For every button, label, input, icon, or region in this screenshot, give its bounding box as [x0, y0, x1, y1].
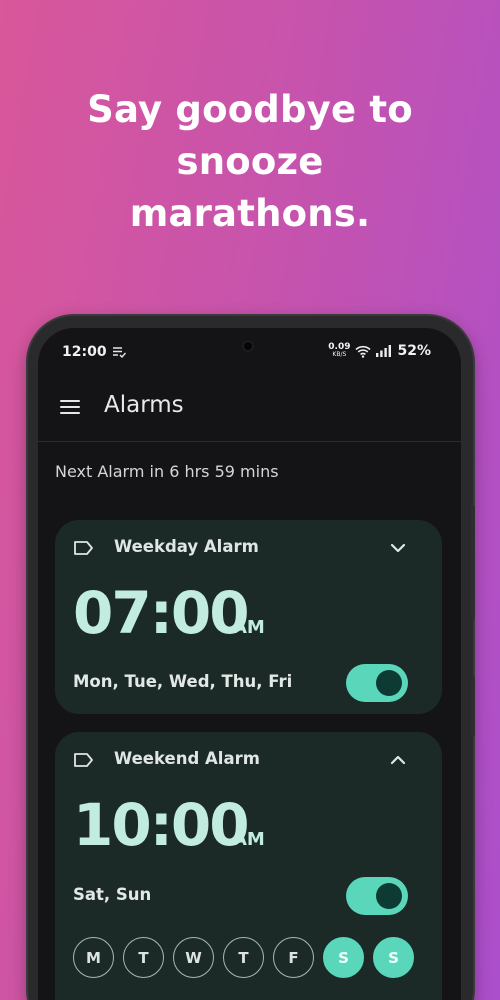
label-tag-icon[interactable] [73, 751, 95, 769]
day-button-wednesday[interactable]: W [173, 937, 214, 978]
status-time: 12:00 [62, 344, 107, 360]
status-bar: 12:00 0.09 KB/S 52% [38, 342, 461, 364]
signal-icon [376, 345, 392, 357]
label-tag-icon[interactable] [73, 539, 95, 557]
volume-button [471, 505, 475, 620]
day-button-sunday[interactable]: S [373, 937, 414, 978]
page-title: Alarms [104, 392, 184, 418]
app-bar: Alarms [38, 378, 461, 442]
headline-line-1: Say goodbye to [87, 88, 413, 131]
day-button-monday[interactable]: M [73, 937, 114, 978]
net-speed-unit: KB/S [332, 351, 347, 358]
net-speed-value: 0.09 [328, 342, 351, 352]
alarm-label[interactable]: Weekday Alarm [114, 537, 259, 556]
alarm-ampm: AM [233, 617, 265, 638]
chevron-up-icon[interactable] [390, 754, 406, 766]
alarm-card-weekend[interactable]: Weekend Alarm 10:00 AM Sat, Sun M T W T … [55, 732, 442, 1000]
notification-icon [113, 347, 126, 358]
day-button-friday[interactable]: F [273, 937, 314, 978]
headline-line-3: marathons. [129, 192, 371, 235]
net-speed: 0.09 KB/S [328, 343, 350, 359]
alarm-days: Sat, Sun [73, 885, 152, 904]
alarm-ampm: AM [233, 829, 265, 850]
alarm-toggle[interactable] [346, 664, 408, 702]
wifi-icon [355, 345, 372, 358]
alarm-time[interactable]: 07:00 [73, 580, 250, 646]
day-button-saturday[interactable]: S [323, 937, 364, 978]
day-button-thursday[interactable]: T [223, 937, 264, 978]
alarm-days: Mon, Tue, Wed, Thu, Fri [73, 672, 293, 691]
menu-icon[interactable] [58, 396, 82, 420]
chevron-down-icon[interactable] [390, 542, 406, 554]
power-button [471, 676, 475, 736]
alarm-card-weekday[interactable]: Weekday Alarm 07:00 AM Mon, Tue, Wed, Th… [55, 520, 442, 714]
toggle-knob [376, 670, 402, 696]
day-button-tuesday[interactable]: T [123, 937, 164, 978]
headline-line-2: snooze [176, 140, 324, 183]
status-right-group: 0.09 KB/S 52% [328, 343, 431, 360]
day-selector: M T W T F S S [73, 937, 414, 978]
battery-percent: 52% [397, 343, 431, 359]
alarm-time[interactable]: 10:00 [73, 792, 250, 858]
alarm-toggle[interactable] [346, 877, 408, 915]
next-alarm-text: Next Alarm in 6 hrs 59 mins [55, 462, 279, 481]
headline: Say goodbye to snooze marathons. [0, 84, 500, 240]
alarm-label[interactable]: Weekend Alarm [114, 749, 260, 768]
phone-screen: 12:00 0.09 KB/S 52% Alarms Next Alarm in… [38, 328, 461, 1000]
toggle-knob [376, 883, 402, 909]
